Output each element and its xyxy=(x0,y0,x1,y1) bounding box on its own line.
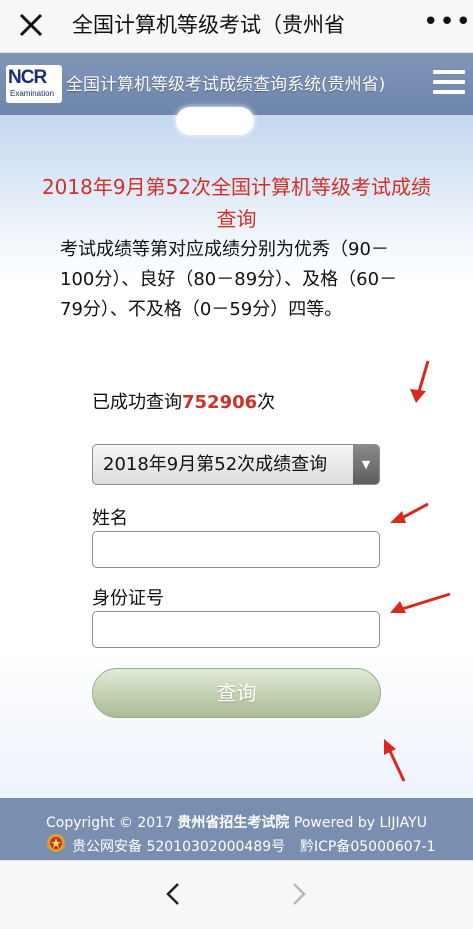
hamburger-menu-icon[interactable] xyxy=(433,70,465,98)
browser-top-bar: 全国计算机等级考试（贵州省 ••• xyxy=(0,0,473,53)
logo-text: NCR xyxy=(8,67,47,88)
query-count: 已成功查询752906次 xyxy=(92,388,275,414)
exam-session-select[interactable]: 2018年9月第52次成绩查询 ▼ xyxy=(92,444,380,485)
copyright-line: Copyright © 2017 贵州省招生考试院 Powered by LIJ… xyxy=(0,812,473,832)
page-title: 2018年9月第52次全国计算机等级考试成绩查询 xyxy=(41,175,432,231)
exam-session-selected: 2018年9月第52次成绩查询 xyxy=(103,454,328,475)
dropdown-arrow-icon[interactable]: ▼ xyxy=(353,445,379,484)
main-content: 2018年9月第52次全国计算机等级考试成绩查询 考试成绩等第对应成绩分别为优秀… xyxy=(0,107,473,798)
copyright-text: Copyright © 2017 xyxy=(46,815,173,831)
ncre-logo: NCR Examination xyxy=(6,65,62,103)
browser-bottom-bar xyxy=(0,860,473,929)
red-arrow-icon xyxy=(384,739,406,782)
powered-by: Powered by LIJIAYU xyxy=(293,815,427,831)
logo-subtext: Examination xyxy=(10,89,55,98)
police-badge-icon xyxy=(47,834,65,852)
forward-arrow-icon[interactable] xyxy=(284,879,312,909)
more-options-icon[interactable]: ••• xyxy=(423,9,471,40)
org-link[interactable]: 贵州省招生考试院 xyxy=(177,815,289,831)
count-prefix: 已成功查询 xyxy=(92,392,182,413)
red-arrow-icon xyxy=(390,592,451,613)
count-value: 752906 xyxy=(182,392,258,413)
query-button[interactable]: 查询 xyxy=(92,668,381,718)
id-number-input[interactable] xyxy=(92,611,380,648)
icp-record[interactable]: 黔ICP备05000607-1 xyxy=(300,836,436,856)
back-arrow-icon[interactable] xyxy=(160,879,188,909)
site-footer: Copyright © 2017 贵州省招生考试院 Powered by LIJ… xyxy=(0,798,473,860)
site-header: NCR Examination 全国计算机等级考试成绩查询系统(贵州省) xyxy=(0,53,473,115)
page-tab-title: 全国计算机等级考试（贵州省 xyxy=(72,13,345,37)
close-icon[interactable] xyxy=(14,8,48,42)
cloud-decoration xyxy=(176,107,254,135)
site-title: 全国计算机等级考试成绩查询系统(贵州省) xyxy=(66,75,386,95)
red-arrow-icon xyxy=(410,360,430,403)
count-suffix: 次 xyxy=(257,392,276,413)
name-input[interactable] xyxy=(92,531,380,568)
name-label: 姓名 xyxy=(92,508,128,529)
red-arrow-icon xyxy=(390,502,429,523)
id-number-label: 身份证号 xyxy=(92,588,164,609)
grade-description: 考试成绩等第对应成绩分别为优秀（90－100分）、良好（80－89分）、及格（6… xyxy=(60,239,398,320)
public-security-record[interactable]: 贵公网安备 52010302000489号 xyxy=(72,836,285,856)
